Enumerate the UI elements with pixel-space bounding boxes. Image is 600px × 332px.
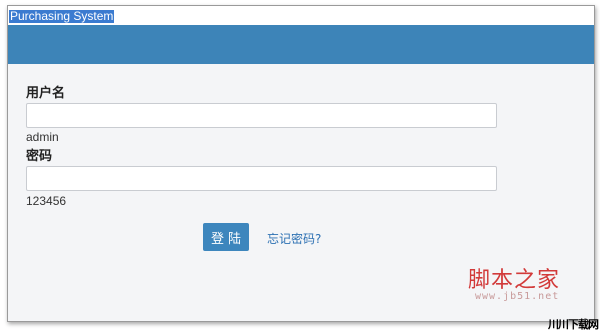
password-label: 密码: [26, 149, 53, 164]
login-button[interactable]: 登陆: [203, 223, 249, 251]
password-input[interactable]: [26, 166, 497, 191]
username-label: 用户名: [26, 86, 66, 101]
login-window: Purchasing System 用户名 admin 密码 123456 登陆…: [7, 5, 595, 322]
password-hint: 123456: [26, 194, 67, 208]
username-input[interactable]: [26, 103, 497, 128]
watermark-url: www.jb51.net: [475, 291, 560, 302]
username-hint: admin: [26, 130, 59, 144]
corner-watermark: 川川下载网: [548, 318, 599, 331]
forgot-password-link[interactable]: 忘记密码?: [267, 230, 321, 247]
watermark-title: 脚本之家: [468, 268, 561, 293]
app-title: Purchasing System: [9, 9, 115, 23]
